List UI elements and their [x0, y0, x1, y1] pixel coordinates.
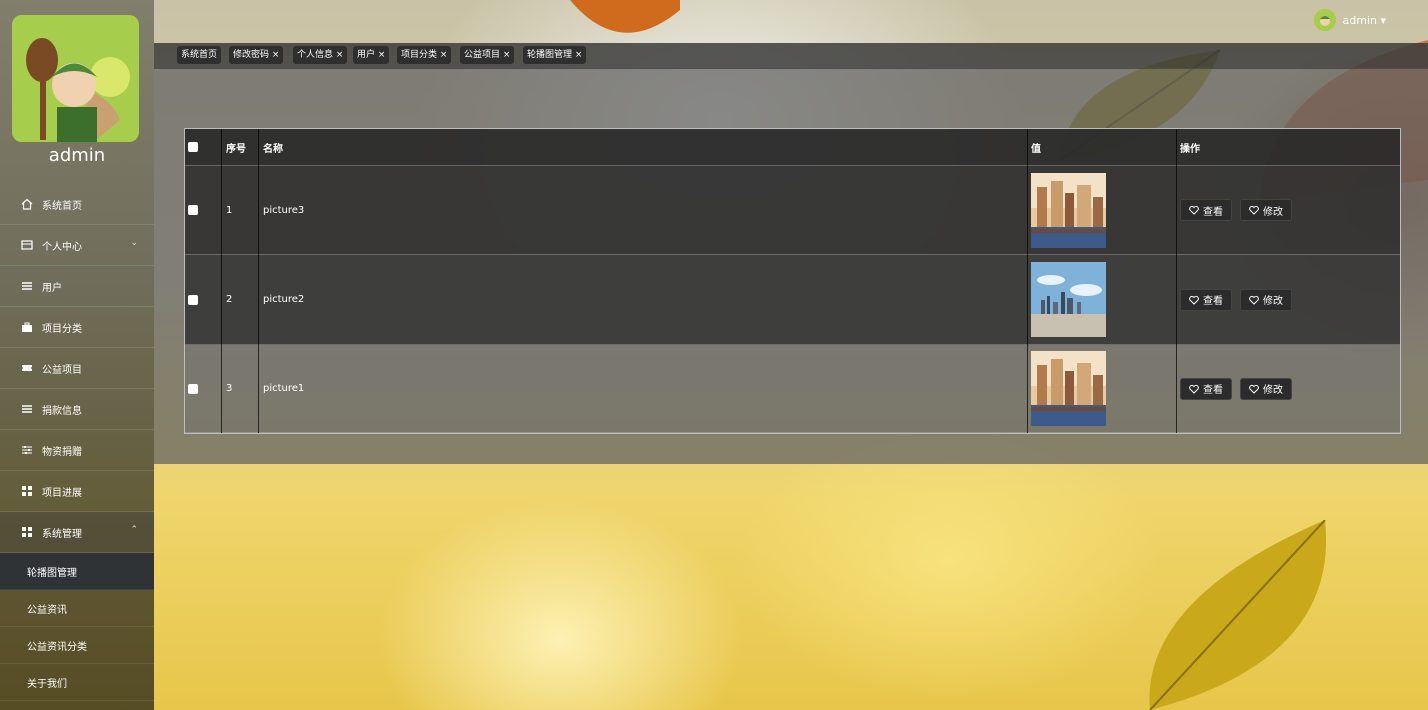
tab-users[interactable]: 用户 ×: [353, 46, 390, 64]
sidebar-item-label: 物资捐赠: [42, 446, 82, 458]
sidebar-item-label: 系统首页: [42, 200, 82, 212]
list-icon: [20, 279, 34, 293]
edit-button[interactable]: 修改: [1240, 288, 1292, 311]
column-header-actions: 操作: [1180, 143, 1200, 155]
edit-button[interactable]: 修改: [1240, 377, 1292, 400]
sidebar-item-users[interactable]: 用户: [0, 266, 154, 307]
heart-icon: [1249, 295, 1259, 305]
data-table: 序号 名称 值 操作 1 picture3 查看 修改 2 picture2 查…: [184, 128, 1401, 434]
chevron-up-icon: ⌃: [130, 525, 138, 535]
column-header-index: 序号: [226, 143, 246, 155]
view-button-label: 查看: [1203, 206, 1223, 218]
briefcase-icon: [20, 320, 34, 334]
row-index: 2: [226, 294, 233, 305]
edit-button-label: 修改: [1263, 296, 1283, 307]
sidebar-item-label: 公益项目: [42, 364, 82, 376]
heart-icon: [1189, 295, 1199, 305]
row-index: 1: [226, 204, 233, 216]
sidebar-item-project-category[interactable]: 项目分类: [0, 307, 154, 348]
sidebar-item-label: 捐款信息: [42, 405, 82, 417]
tab-change-password[interactable]: 修改密码 ×: [229, 46, 284, 64]
sidebar: admin 系统首页 个人中心 ⌄ 用户 项目分类 公益项目 捐款信息 物资捐赠…: [0, 0, 154, 710]
row-name: picture2: [263, 294, 305, 305]
table-row: 1 picture3 查看 修改: [185, 166, 1400, 255]
sidebar-item-label: 项目分类: [42, 323, 82, 335]
city-harbor-image: [1031, 351, 1106, 426]
tab-charity-project[interactable]: 公益项目 ×: [460, 46, 515, 64]
sidebar-subitem-about-us[interactable]: 关于我们: [0, 664, 154, 701]
user-menu-label: admin ▾: [1342, 13, 1386, 27]
row-checkbox[interactable]: [188, 294, 198, 305]
view-button[interactable]: 查看: [1180, 288, 1232, 311]
sidebar-subitem-carousel-management[interactable]: 轮播图管理: [0, 553, 154, 590]
sidebar-subitem-label: 轮播图管理: [27, 567, 77, 579]
tab-carousel-management[interactable]: 轮播图管理 ×: [523, 46, 587, 64]
sidebar-menu: 系统首页 个人中心 ⌄ 用户 项目分类 公益项目 捐款信息 物资捐赠 项目进展 …: [0, 184, 154, 701]
ticket-icon: [20, 361, 34, 375]
view-button[interactable]: 查看: [1180, 377, 1232, 400]
column-header-value: 值: [1031, 143, 1041, 155]
tab-personal-info[interactable]: 个人信息 ×: [293, 46, 348, 64]
view-button-label: 查看: [1203, 385, 1223, 396]
tabs-bar: 系统首页 修改密码 × 个人信息 × 用户 × 项目分类 × 公益项目 × 轮播…: [154, 43, 1428, 69]
column-divider: [1027, 129, 1028, 433]
sliders-icon: [20, 443, 34, 457]
sidebar-item-label: 用户: [42, 282, 62, 294]
heart-icon: [1189, 205, 1199, 215]
list-icon: [20, 402, 34, 416]
row-checkbox[interactable]: [188, 383, 198, 394]
avatar: [12, 15, 139, 142]
tab-home[interactable]: 系统首页: [177, 46, 222, 64]
sidebar-item-label: 项目进展: [42, 487, 82, 499]
home-icon: [20, 197, 34, 211]
grid-icon: [20, 484, 34, 498]
avatar: [1313, 9, 1336, 31]
view-button[interactable]: 查看: [1180, 199, 1232, 221]
edit-button[interactable]: 修改: [1240, 199, 1292, 221]
column-divider: [221, 129, 222, 433]
sidebar-item-label: 系统管理: [42, 528, 82, 540]
sidebar-item-project-progress[interactable]: 项目进展: [0, 471, 154, 512]
leaf-decoration: [1149, 520, 1327, 710]
city-skyline-image: [1031, 262, 1106, 337]
sidebar-item-material-donation[interactable]: 物资捐赠: [0, 430, 154, 471]
top-bar: admin ▾: [154, 0, 1428, 44]
table-row: 2 picture2 查看 修改: [185, 255, 1400, 345]
chevron-down-icon: ⌄: [130, 238, 138, 248]
column-header-name: 名称: [263, 143, 283, 155]
column-divider: [258, 129, 259, 433]
sidebar-item-charity-project[interactable]: 公益项目: [0, 348, 154, 389]
row-name: picture3: [263, 204, 305, 216]
row-index: 3: [226, 383, 233, 394]
sidebar-subitem-charity-news-category[interactable]: 公益资讯分类: [0, 627, 154, 664]
row-checkbox[interactable]: [188, 205, 198, 215]
column-divider: [1176, 129, 1177, 433]
sidebar-item-home[interactable]: 系统首页: [0, 184, 154, 225]
sidebar-subitem-charity-news[interactable]: 公益资讯: [0, 590, 154, 627]
sidebar-subitem-label: 公益资讯: [27, 604, 67, 616]
edit-button-label: 修改: [1263, 385, 1283, 396]
sidebar-subitem-label: 公益资讯分类: [27, 641, 87, 653]
sidebar-item-label: 个人中心: [42, 241, 82, 253]
edit-button-label: 修改: [1263, 206, 1283, 218]
heart-icon: [1189, 384, 1199, 394]
table-row: 3 picture1 查看 修改: [185, 345, 1400, 433]
grid-icon: [20, 525, 34, 539]
row-name: picture1: [263, 383, 305, 394]
card-icon: [20, 238, 34, 252]
sidebar-subitem-label: 关于我们: [27, 678, 67, 690]
view-button-label: 查看: [1203, 296, 1223, 307]
table-header-row: 序号 名称 值 操作: [185, 129, 1400, 166]
sidebar-user-name: admin: [48, 145, 106, 166]
sidebar-item-personal-center[interactable]: 个人中心 ⌄: [0, 225, 154, 266]
user-dropdown[interactable]: admin ▾: [1313, 9, 1386, 31]
sidebar-item-donation-info[interactable]: 捐款信息: [0, 389, 154, 430]
city-harbor-image: [1031, 172, 1106, 248]
select-all-checkbox[interactable]: [188, 142, 198, 152]
heart-icon: [1249, 384, 1259, 394]
sidebar-item-system-management[interactable]: 系统管理 ⌃: [0, 512, 154, 553]
heart-icon: [1249, 205, 1259, 215]
tab-project-category[interactable]: 项目分类 ×: [397, 46, 452, 64]
